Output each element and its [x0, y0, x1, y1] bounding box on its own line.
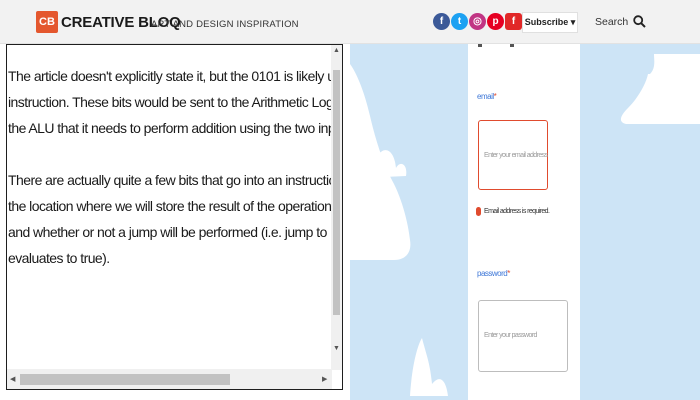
search-label: Search [595, 15, 629, 28]
email-error-message: Email address is required. [476, 207, 550, 216]
search-icon [633, 15, 646, 28]
article-line: There are actually quite a few bits that… [8, 172, 331, 188]
scroll-down-icon[interactable]: ▼ [333, 345, 340, 352]
social-links: f t ◎ p f [433, 13, 523, 30]
vertical-scrollbar[interactable]: ▲ ▼ [331, 45, 342, 370]
site-tagline: ART AND DESIGN INSPIRATION [151, 19, 299, 30]
article-line: The article doesn't explicitly state it,… [8, 68, 331, 84]
email-label: email* [477, 92, 497, 101]
instagram-icon[interactable]: ◎ [469, 13, 486, 30]
article-line: and whether or not a jump will be perfor… [8, 224, 331, 240]
search-button[interactable]: Search [595, 15, 646, 28]
flipboard-icon[interactable]: f [505, 13, 522, 30]
article-paragraph: There are actually quite a few bits that… [8, 167, 331, 271]
form-top-strip [478, 44, 514, 47]
horizontal-scrollbar[interactable]: ◀ ▶ [7, 369, 332, 389]
article-line: instruction. These bits would be sent to… [8, 94, 331, 110]
error-icon [476, 207, 481, 216]
required-mark: * [493, 92, 497, 101]
password-field[interactable]: Enter your password [478, 300, 568, 372]
article-scroll-box[interactable]: The article doesn't explicitly state it,… [6, 44, 343, 390]
horizontal-scroll-thumb[interactable] [20, 374, 230, 385]
email-error-text: Email address is required. [484, 208, 550, 215]
article-line: evaluates to true). [8, 250, 110, 266]
email-label-text: email [477, 92, 494, 101]
facebook-icon[interactable]: f [433, 13, 450, 30]
article-line: the ALU that it needs to perform additio… [8, 120, 331, 136]
required-mark: * [507, 269, 510, 278]
signin-form: email* Enter your email address Email ad… [468, 44, 580, 400]
scroll-right-icon[interactable]: ▶ [322, 375, 327, 383]
twitter-icon[interactable]: t [451, 13, 468, 30]
site-header: CB CREATIVE BLOQ ART AND DESIGN INSPIRAT… [0, 0, 700, 44]
pinterest-icon[interactable]: p [487, 13, 504, 30]
subscribe-button[interactable]: Subscribe ▾ [522, 12, 578, 33]
email-field[interactable]: Enter your email address [478, 120, 548, 190]
sky-background: email* Enter your email address Email ad… [350, 44, 700, 400]
vertical-scroll-thumb[interactable] [333, 70, 340, 315]
article-body: The article doesn't explicitly state it,… [8, 63, 331, 383]
scroll-left-icon[interactable]: ◀ [10, 375, 15, 383]
article-paragraph: The article doesn't explicitly state it,… [8, 63, 331, 141]
password-placeholder: Enter your password [484, 332, 537, 339]
logo-mark: CB [36, 11, 58, 33]
email-placeholder: Enter your email address [484, 152, 548, 159]
scroll-up-icon[interactable]: ▲ [333, 47, 340, 54]
password-label: password* [477, 269, 510, 278]
password-label-text: password [477, 269, 508, 278]
article-line: the location where we will store the res… [8, 198, 331, 214]
